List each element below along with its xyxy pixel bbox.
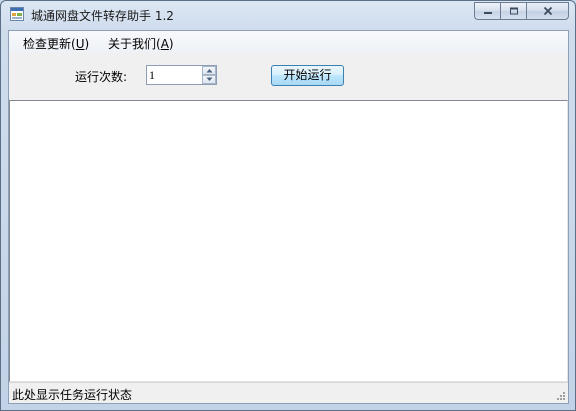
spin-up-button[interactable] xyxy=(202,66,216,75)
close-button[interactable] xyxy=(526,2,569,20)
menu-about-us-end: ) xyxy=(168,37,174,51)
start-button[interactable]: 开始运行 xyxy=(271,65,344,86)
chevron-up-icon xyxy=(206,69,213,73)
client-area: 检查更新(U) 关于我们(A) 运行次数: 1 开始运行 此处显示任务运行状态 xyxy=(8,30,569,404)
menu-about-us-accel: A xyxy=(160,37,169,51)
status-bar: 此处显示任务运行状态 xyxy=(9,382,568,403)
maximize-icon xyxy=(509,7,518,15)
status-text: 此处显示任务运行状态 xyxy=(12,388,133,402)
close-icon xyxy=(543,6,552,16)
minimize-icon xyxy=(483,12,492,14)
window-title: 城通网盘文件转存助手 1.2 xyxy=(31,9,174,23)
menu-check-update-end: ) xyxy=(84,37,90,51)
log-output-area[interactable] xyxy=(9,100,568,382)
menu-check-update[interactable]: 检查更新(U) xyxy=(23,35,89,52)
run-count-value[interactable]: 1 xyxy=(149,68,155,83)
app-icon[interactable] xyxy=(10,7,24,21)
spin-down-button[interactable] xyxy=(202,75,216,84)
maximize-button[interactable] xyxy=(500,2,526,20)
caption-buttons xyxy=(474,2,569,20)
menu-bar: 检查更新(U) 关于我们(A) xyxy=(9,31,568,53)
app-window: 城通网盘文件转存助手 1.2 检查更新(U) 关于我们(A) 运行次数: 1 开… xyxy=(0,0,576,411)
minimize-button[interactable] xyxy=(474,2,500,20)
menu-about-us[interactable]: 关于我们(A) xyxy=(108,35,174,52)
run-count-label: 运行次数: xyxy=(75,70,128,84)
chevron-down-icon xyxy=(206,77,213,81)
run-count-stepper[interactable]: 1 xyxy=(146,65,217,85)
menu-about-us-label: 关于我们( xyxy=(108,37,161,51)
title-bar[interactable]: 城通网盘文件转存助手 1.2 xyxy=(1,1,575,29)
resize-grip-icon[interactable] xyxy=(554,389,566,401)
menu-check-update-label: 检查更新( xyxy=(23,37,76,51)
